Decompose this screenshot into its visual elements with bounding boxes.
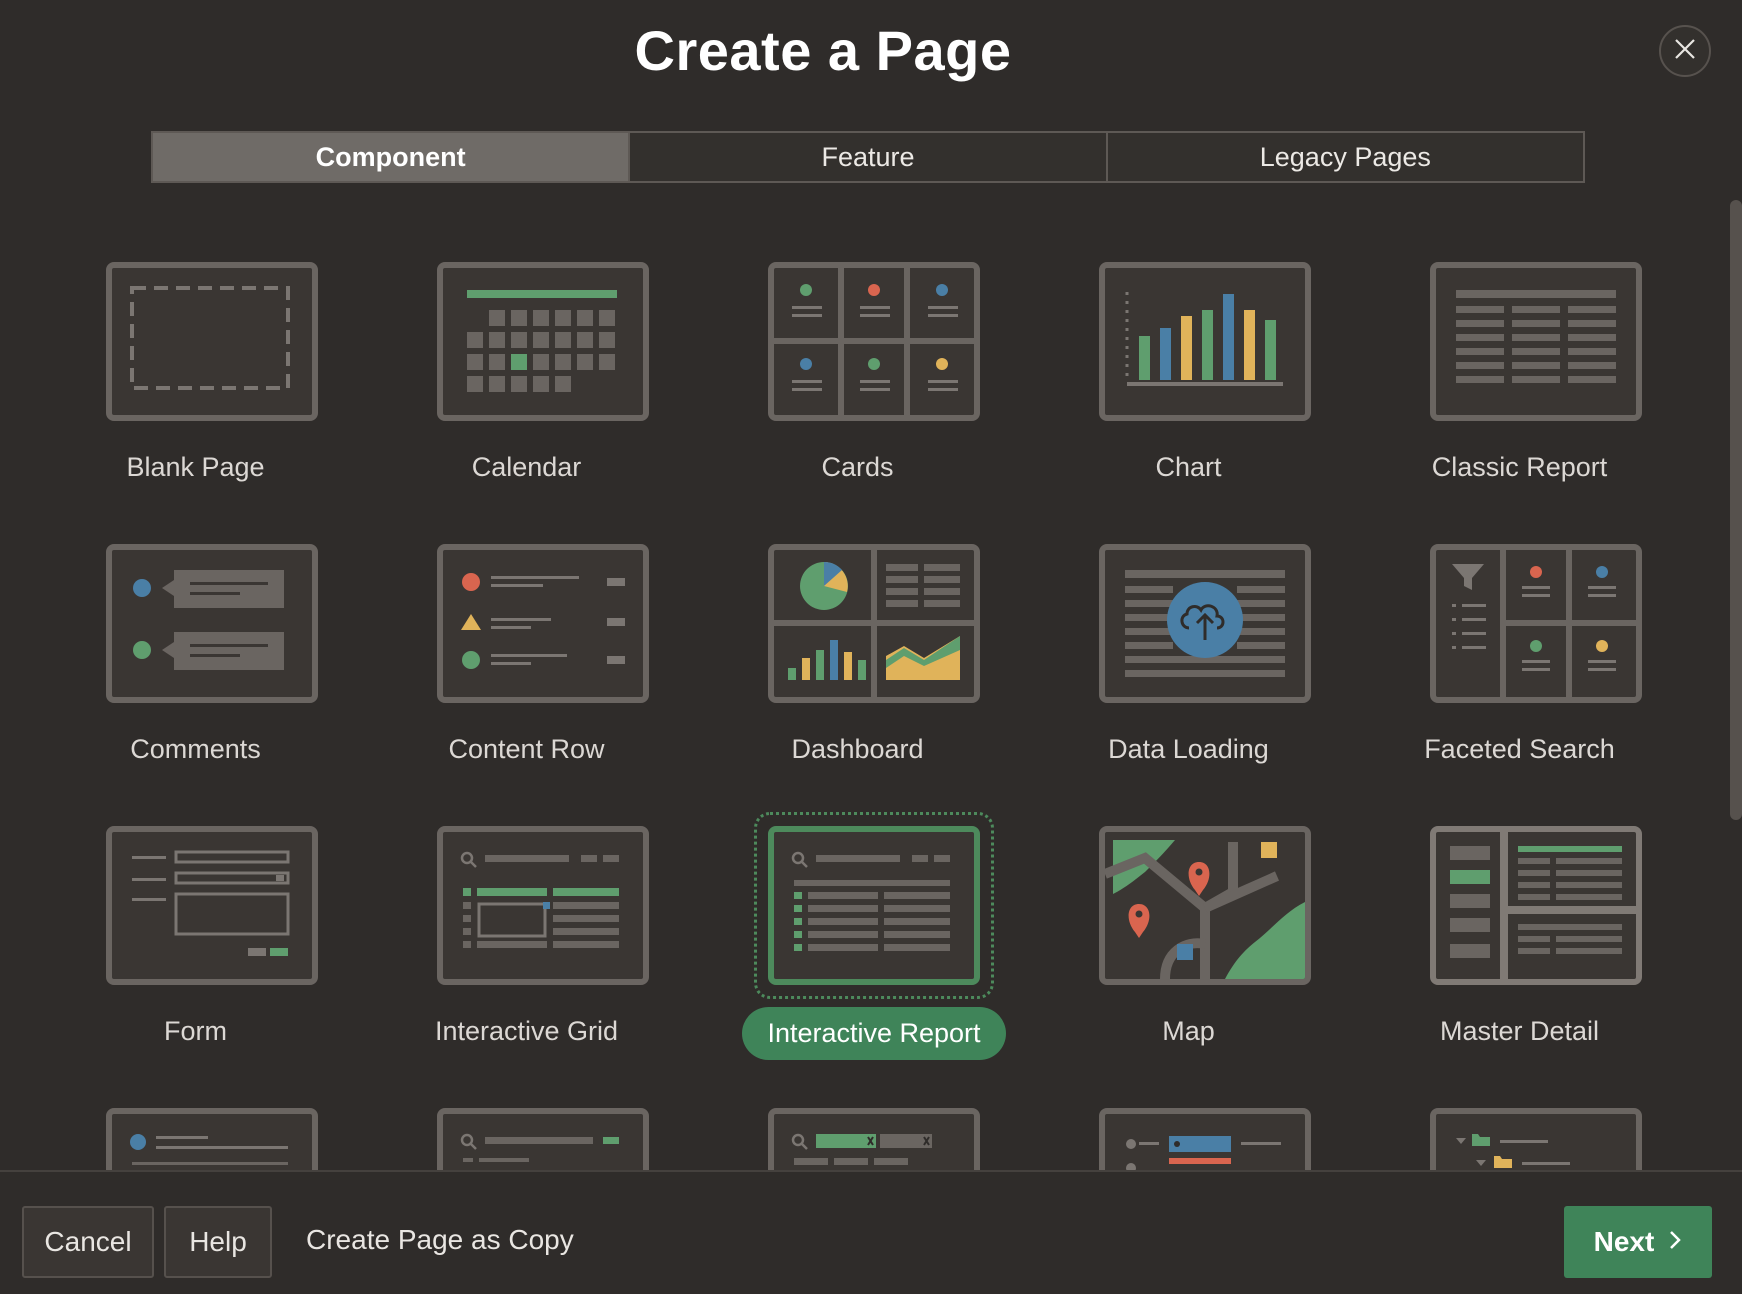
calendar-icon [437,262,649,421]
data-loading-icon [1099,544,1311,703]
tile-label: Classic Report [1431,452,1608,482]
chevron-right-icon [1668,1226,1682,1258]
tile-interactive-report[interactable]: Interactive Report [692,764,1023,1060]
tile-label: Master Detail [1439,1016,1600,1046]
tile-interactive-grid[interactable]: Interactive Grid [361,764,692,1046]
tile-partial-4[interactable] [1023,1046,1354,1170]
tile-label: Faceted Search [1424,734,1615,764]
tile-master-detail[interactable]: Master Detail [1354,764,1685,1046]
map-icon [1099,826,1311,985]
chart-icon [1099,262,1311,421]
cancel-button[interactable]: Cancel [22,1206,154,1278]
tile-label: Blank Page [126,452,265,482]
interactive-report-icon [768,826,980,985]
next-button[interactable]: Next [1564,1206,1712,1278]
dialog-footer: Cancel Help Create Page as Copy Next [0,1170,1742,1294]
tile-label: Comments [130,734,261,764]
tile-dashboard[interactable]: Dashboard [692,482,1023,764]
interactive-grid-icon [437,826,649,985]
list-view-icon [106,1108,318,1170]
cards-icon [768,262,980,421]
close-icon [1673,37,1697,66]
search-page-icon [437,1108,649,1170]
form-icon [106,826,318,985]
tile-label: Data Loading [1108,734,1269,764]
page-type-tabs: Component Feature Legacy Pages [151,131,1585,183]
content-row-icon [437,544,649,703]
page-type-grid: Blank Page Calendar Cards Chart Classic … [0,200,1730,1170]
tab-feature[interactable]: Feature [628,133,1105,181]
comments-icon [106,544,318,703]
tile-partial-3[interactable] [692,1046,1023,1170]
tab-legacy-pages[interactable]: Legacy Pages [1105,133,1583,181]
tile-cards[interactable]: Cards [692,200,1023,482]
dashboard-icon [768,544,980,703]
help-button[interactable]: Help [164,1206,272,1278]
smart-filters-icon [768,1108,980,1170]
tree-icon [1430,1108,1642,1170]
tile-label: Map [1162,1016,1215,1046]
tile-form[interactable]: Form [30,764,361,1046]
create-page-as-copy-link[interactable]: Create Page as Copy [306,1224,574,1256]
timeline-icon [1099,1108,1311,1170]
tab-component[interactable]: Component [153,133,629,181]
master-detail-icon [1430,826,1642,985]
tile-label: Calendar [471,452,582,482]
tile-label: Cards [821,452,894,482]
close-button[interactable] [1659,25,1711,77]
classic-report-icon [1430,262,1642,421]
tile-label: Content Row [448,734,605,764]
tile-comments[interactable]: Comments [30,482,361,764]
tile-data-loading[interactable]: Data Loading [1023,482,1354,764]
tile-partial-1[interactable] [30,1046,361,1170]
tile-partial-2[interactable] [361,1046,692,1170]
tile-map[interactable]: Map [1023,764,1354,1046]
blank-page-icon [106,262,318,421]
tile-faceted-search[interactable]: Faceted Search [1354,482,1685,764]
tile-classic-report[interactable]: Classic Report [1354,200,1685,482]
tile-content-row[interactable]: Content Row [361,482,692,764]
tile-label: Interactive Grid [434,1016,619,1046]
tile-blank-page[interactable]: Blank Page [30,200,361,482]
next-label: Next [1593,1226,1655,1257]
faceted-search-icon [1430,544,1642,703]
tile-label: Dashboard [791,734,924,764]
dialog-title: Create a Page [634,19,1012,82]
tile-chart[interactable]: Chart [1023,200,1354,482]
tile-label: Chart [1155,452,1222,482]
tile-calendar[interactable]: Calendar [361,200,692,482]
tile-partial-5[interactable] [1354,1046,1685,1170]
scrollbar[interactable] [1730,200,1742,820]
tile-label: Form [164,1016,227,1046]
